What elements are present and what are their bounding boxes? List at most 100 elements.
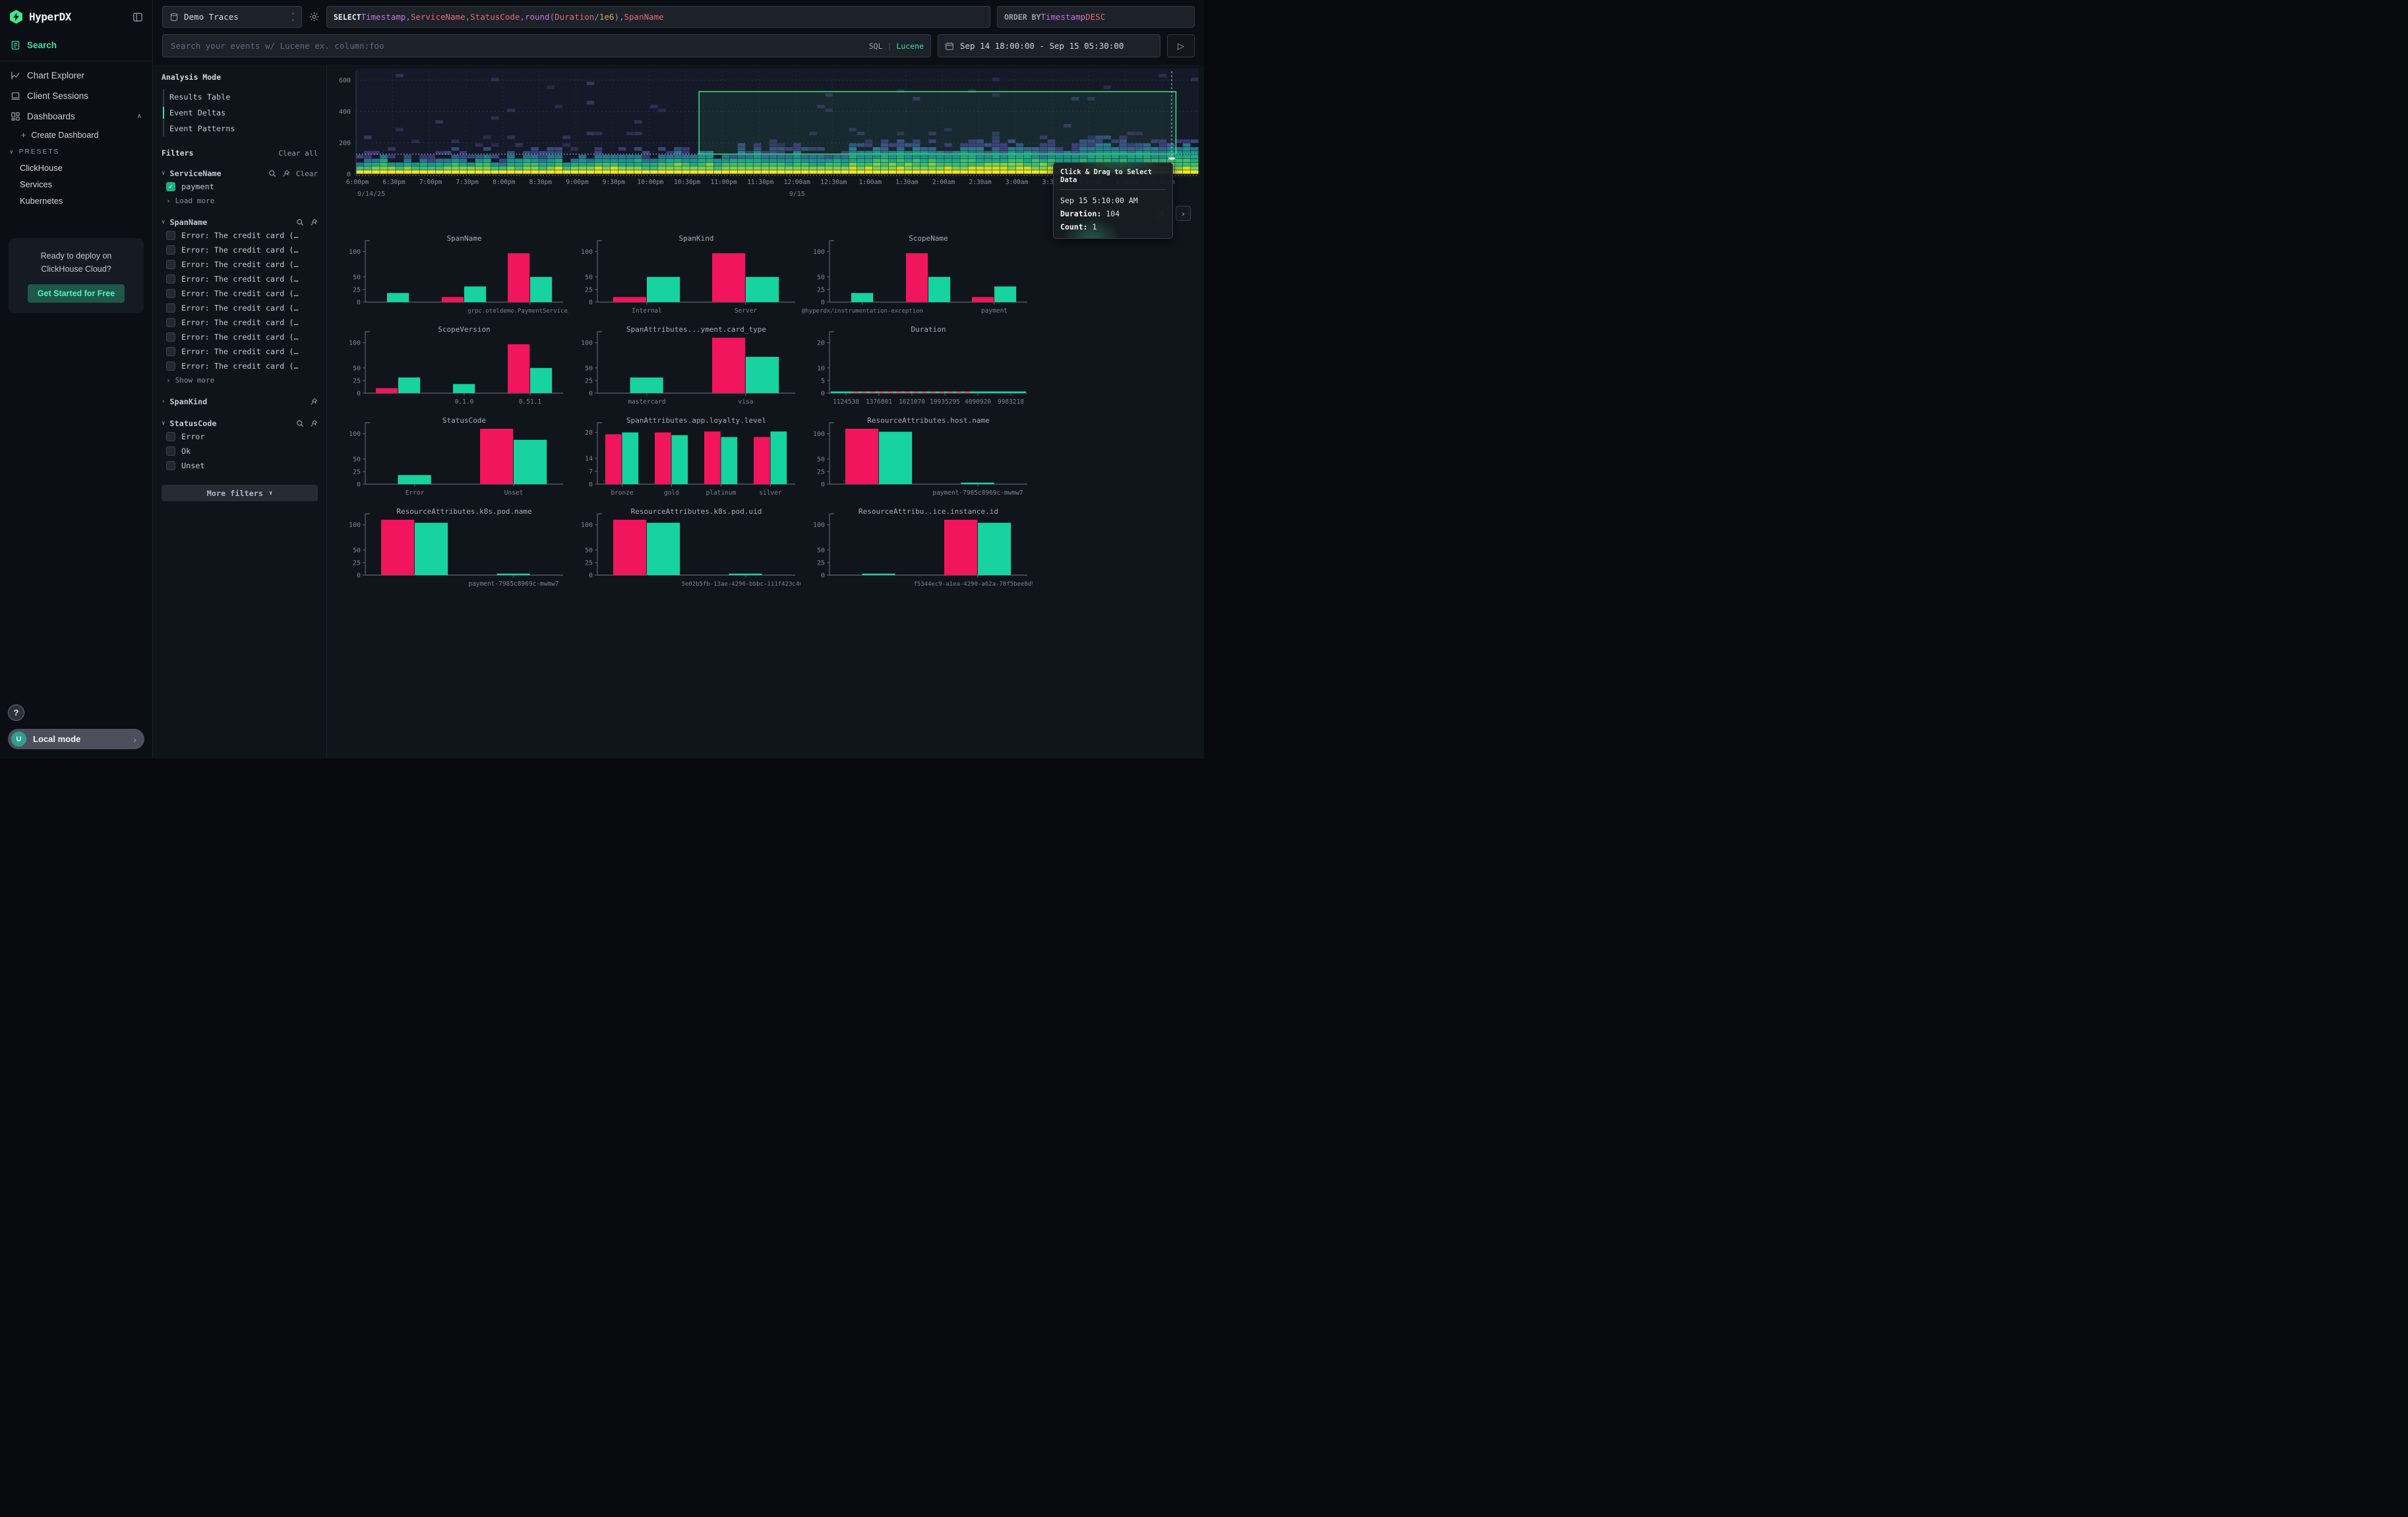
checkbox-icon[interactable] (166, 332, 175, 342)
create-dashboard-button[interactable]: + Create Dashboard (0, 127, 152, 144)
checkbox-icon[interactable] (166, 231, 175, 240)
filter-option[interactable]: Error: The credit card (… (162, 286, 318, 301)
checkbox-icon[interactable] (166, 361, 175, 371)
svg-text:7:00pm: 7:00pm (419, 179, 442, 186)
mini-bar-chart[interactable]: SpanAttributes.app.loyalty.level071428br… (568, 414, 800, 505)
sidebar-item-clickhouse[interactable]: ClickHouse (0, 160, 152, 176)
pin-icon[interactable] (310, 398, 318, 406)
svg-text:7:30pm: 7:30pm (456, 179, 479, 186)
filter-option-label: Error: The credit card (… (181, 361, 299, 371)
sidebar-item-dashboards[interactable]: Dashboards ∧ (0, 106, 152, 127)
get-started-button[interactable]: Get Started for Free (28, 284, 125, 303)
mini-bar-chart[interactable]: StatusCode02550100ErrorUnset (336, 414, 568, 505)
collapse-sidebar-icon[interactable] (133, 12, 143, 22)
filter-option[interactable]: Error: The credit card (… (162, 272, 318, 286)
search-icon[interactable] (268, 170, 276, 177)
mini-bar-chart[interactable]: SpanAttributes...yment.card_type02550100… (568, 323, 800, 414)
checkbox-icon[interactable] (166, 347, 175, 356)
gear-icon[interactable] (309, 11, 320, 22)
checkbox-icon[interactable] (166, 318, 175, 327)
sidebar-item-chart-explorer[interactable]: Chart Explorer (0, 65, 152, 86)
checkbox-icon[interactable] (166, 260, 175, 269)
svg-text:1621070: 1621070 (899, 398, 925, 406)
load-more-button[interactable]: › Load more (162, 194, 318, 206)
search-bar: SQL | Lucene (162, 34, 931, 57)
filter-option[interactable]: Unset (162, 458, 318, 473)
mini-bar-chart[interactable]: ResourceAttributes.host.name02550100paym… (800, 414, 1033, 505)
checkbox-icon[interactable] (166, 447, 175, 456)
chevron-right-icon[interactable]: › (162, 398, 165, 405)
checkbox-icon[interactable] (166, 245, 175, 255)
time-range-picker[interactable]: Sep 14 18:00:00 - Sep 15 05:30:00 (938, 34, 1160, 57)
local-mode-button[interactable]: U Local mode › (8, 729, 144, 749)
filter-option[interactable]: Error: The credit card (… (162, 243, 318, 257)
analysis-mode-option[interactable]: Event Patterns (163, 121, 318, 137)
more-filters-button[interactable]: More filters ∨ (162, 485, 318, 501)
checkbox-icon[interactable] (166, 432, 175, 441)
checkbox-icon[interactable] (166, 461, 175, 470)
filter-option[interactable]: Error: The credit card (… (162, 315, 318, 330)
checkbox-icon[interactable] (166, 303, 175, 313)
svg-text:100: 100 (581, 522, 593, 529)
lucene-mode-toggle[interactable]: Lucene (896, 42, 924, 51)
mini-bar-chart[interactable]: ResourceAttributes.k8s.pod.uid025501005e… (568, 505, 800, 596)
filter-option[interactable]: Ok (162, 444, 318, 458)
svg-text:400: 400 (339, 109, 351, 116)
mini-bar-chart[interactable]: ResourceAttribu..ice.instance.id02550100… (800, 505, 1033, 596)
next-page-button[interactable]: › (1176, 206, 1191, 221)
sql-mode-toggle[interactable]: SQL (869, 42, 883, 51)
svg-text:100: 100 (349, 249, 361, 256)
svg-text:platinum: platinum (706, 489, 737, 497)
source-select[interactable]: Demo Traces ⌃⌄ (162, 6, 302, 28)
mini-bar-chart[interactable]: ResourceAttributes.k8s.pod.name02550100p… (336, 505, 568, 596)
filter-option[interactable]: Error: The credit card (… (162, 359, 318, 373)
svg-text:50: 50 (817, 456, 825, 463)
checkbox-icon[interactable] (166, 289, 175, 298)
show-more-button[interactable]: › Show more (162, 373, 318, 386)
mini-bar-chart[interactable]: ScopeName02550100@hyperdx/instrumentatio… (800, 232, 1033, 323)
chevron-down-icon[interactable]: ∨ (162, 219, 165, 226)
presets-toggle[interactable]: ∨ PRESETS (0, 144, 152, 160)
filter-group-name[interactable]: SpanKind (169, 397, 207, 406)
filter-option[interactable]: Error: The credit card (… (162, 257, 318, 272)
sidebar-item-services[interactable]: Services (0, 176, 152, 193)
sidebar-item-kubernetes[interactable]: Kubernetes (0, 193, 152, 209)
filter-group-name[interactable]: ServiceName (169, 169, 221, 178)
svg-text:4090920: 4090920 (965, 398, 991, 406)
search-icon[interactable] (296, 218, 304, 226)
checkbox-checked-icon[interactable]: ✓ (166, 182, 175, 191)
order-by-input[interactable]: ORDER BY Timestamp DESC (997, 6, 1195, 28)
mini-bar-chart[interactable]: ScopeVersion025501000.1.00.51.1 (336, 323, 568, 414)
filter-option[interactable]: Error: The credit card (… (162, 301, 318, 315)
mini-bar-chart[interactable]: SpanName02550100grpc.oteldemo.PaymentSer… (336, 232, 568, 323)
filter-option[interactable]: Error: The credit card (… (162, 344, 318, 359)
filter-option[interactable]: Error (162, 429, 318, 444)
chevron-down-icon[interactable]: ∨ (162, 170, 165, 177)
sidebar-item-search[interactable]: Search (0, 35, 152, 55)
chevron-down-icon[interactable]: ∨ (162, 420, 165, 427)
select-query-input[interactable]: SELECT Timestamp, ServiceName, StatusCod… (326, 6, 990, 28)
search-icon[interactable] (296, 419, 304, 427)
svg-text:50: 50 (817, 547, 825, 554)
pin-icon[interactable] (310, 419, 318, 427)
clear-all-button[interactable]: Clear all (278, 149, 318, 158)
checkbox-icon[interactable] (166, 274, 175, 284)
filter-option[interactable]: ✓payment (162, 179, 318, 194)
filter-group-name[interactable]: SpanName (169, 218, 207, 227)
svg-text:SpanKind: SpanKind (679, 234, 714, 243)
run-query-button[interactable]: ▷ (1167, 34, 1195, 57)
help-button[interactable]: ? (8, 704, 24, 721)
filter-option[interactable]: Error: The credit card (… (162, 228, 318, 243)
filter-group-name[interactable]: StatusCode (169, 419, 216, 428)
clear-filter-button[interactable]: Clear (296, 170, 318, 178)
sidebar-item-client-sessions[interactable]: Client Sessions (0, 86, 152, 106)
analysis-mode-option[interactable]: Event Deltas (163, 105, 318, 121)
filter-option[interactable]: Error: The credit card (… (162, 330, 318, 344)
pin-icon[interactable] (310, 218, 318, 226)
analysis-mode-option[interactable]: Results Table (163, 89, 318, 105)
svg-text:14: 14 (585, 455, 593, 462)
mini-bar-chart[interactable]: Duration05102011245381376801162107019935… (800, 323, 1033, 414)
pin-icon[interactable] (282, 170, 290, 177)
mini-bar-chart[interactable]: SpanKind02550100InternalServer (568, 232, 800, 323)
search-input[interactable] (169, 40, 864, 51)
